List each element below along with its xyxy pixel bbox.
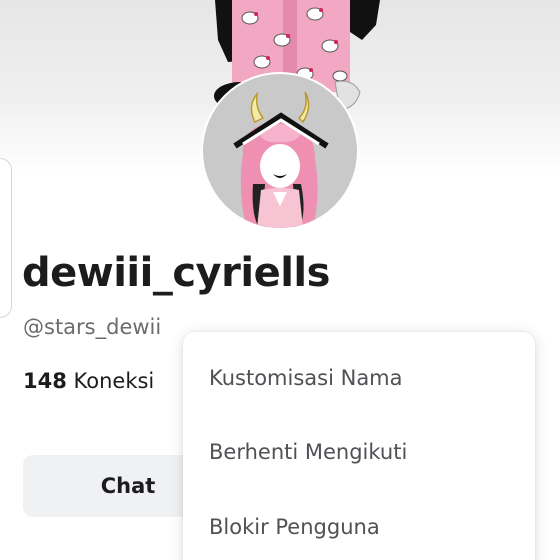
side-panel-edge <box>0 158 12 318</box>
username: @stars_dewii <box>23 315 162 339</box>
menu-item-unfollow[interactable]: Berhenti Mengikuti <box>209 440 407 464</box>
display-name: dewiii_cyriells <box>22 250 330 296</box>
avatar-headshot-image <box>233 91 329 228</box>
profile-options-menu: Kustomisasi Nama Berhenti Mengikuti Blok… <box>183 332 535 560</box>
connections-count: 148 <box>23 369 67 393</box>
avatar[interactable] <box>201 72 359 230</box>
menu-item-block-user[interactable]: Blokir Pengguna <box>209 515 380 539</box>
connections-link[interactable]: 148 Koneksi <box>23 369 154 393</box>
connections-label: Koneksi <box>73 369 155 393</box>
menu-item-customize-name[interactable]: Kustomisasi Nama <box>209 366 403 390</box>
